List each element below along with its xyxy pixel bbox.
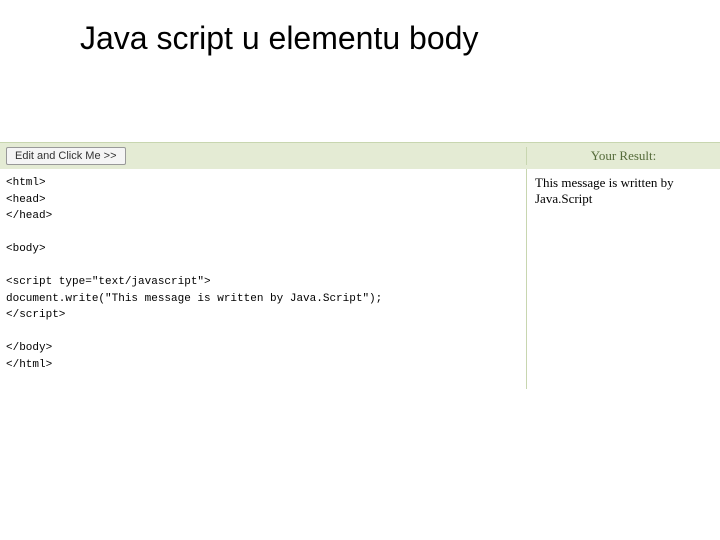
result-text: This message is written by Java.Script xyxy=(535,175,712,207)
edit-and-click-button[interactable]: Edit and Click Me >> xyxy=(6,147,126,165)
editor-area: Edit and Click Me >> Your Result: This m… xyxy=(0,142,720,389)
editor-header-row: Edit and Click Me >> Your Result: xyxy=(0,143,720,169)
code-textarea[interactable] xyxy=(6,175,520,383)
editor-content-row: This message is written by Java.Script xyxy=(0,169,720,389)
result-label: Your Result: xyxy=(527,148,720,164)
left-header: Edit and Click Me >> xyxy=(0,147,527,165)
code-pane xyxy=(0,169,527,389)
slide-title: Java script u elementu body xyxy=(0,0,720,57)
result-pane: This message is written by Java.Script xyxy=(527,169,720,389)
